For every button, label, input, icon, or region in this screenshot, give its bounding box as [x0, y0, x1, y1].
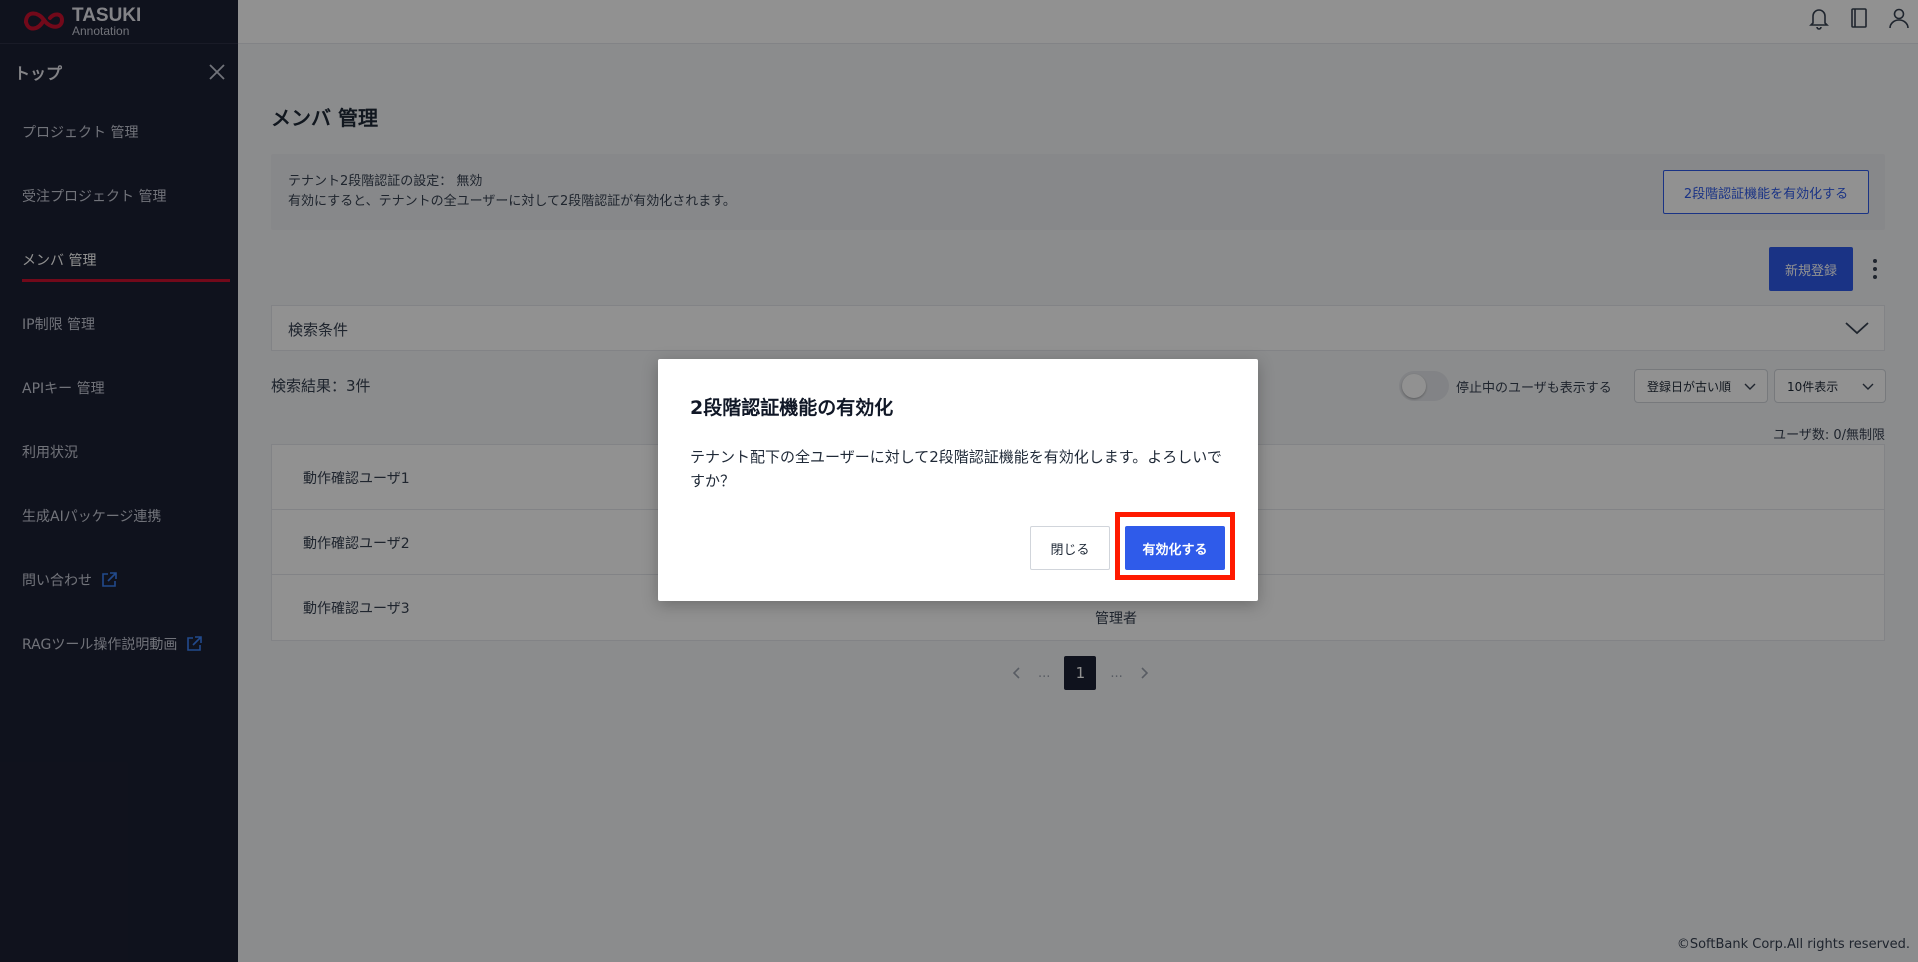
confirm-enable-button[interactable]: 有効化する — [1125, 526, 1225, 570]
dialog-message: テナント配下の全ユーザーに対して2段階認証機能を有効化します。よろしいですか？ — [690, 448, 1222, 490]
close-button[interactable]: 閉じる — [1030, 526, 1110, 570]
dialog-title: 2段階認証機能の有効化 — [690, 397, 894, 419]
highlight-box: 有効化する — [1115, 512, 1235, 580]
enable-mfa-dialog: 2段階認証機能の有効化 テナント配下の全ユーザーに対して2段階認証機能を有効化し… — [658, 359, 1258, 601]
